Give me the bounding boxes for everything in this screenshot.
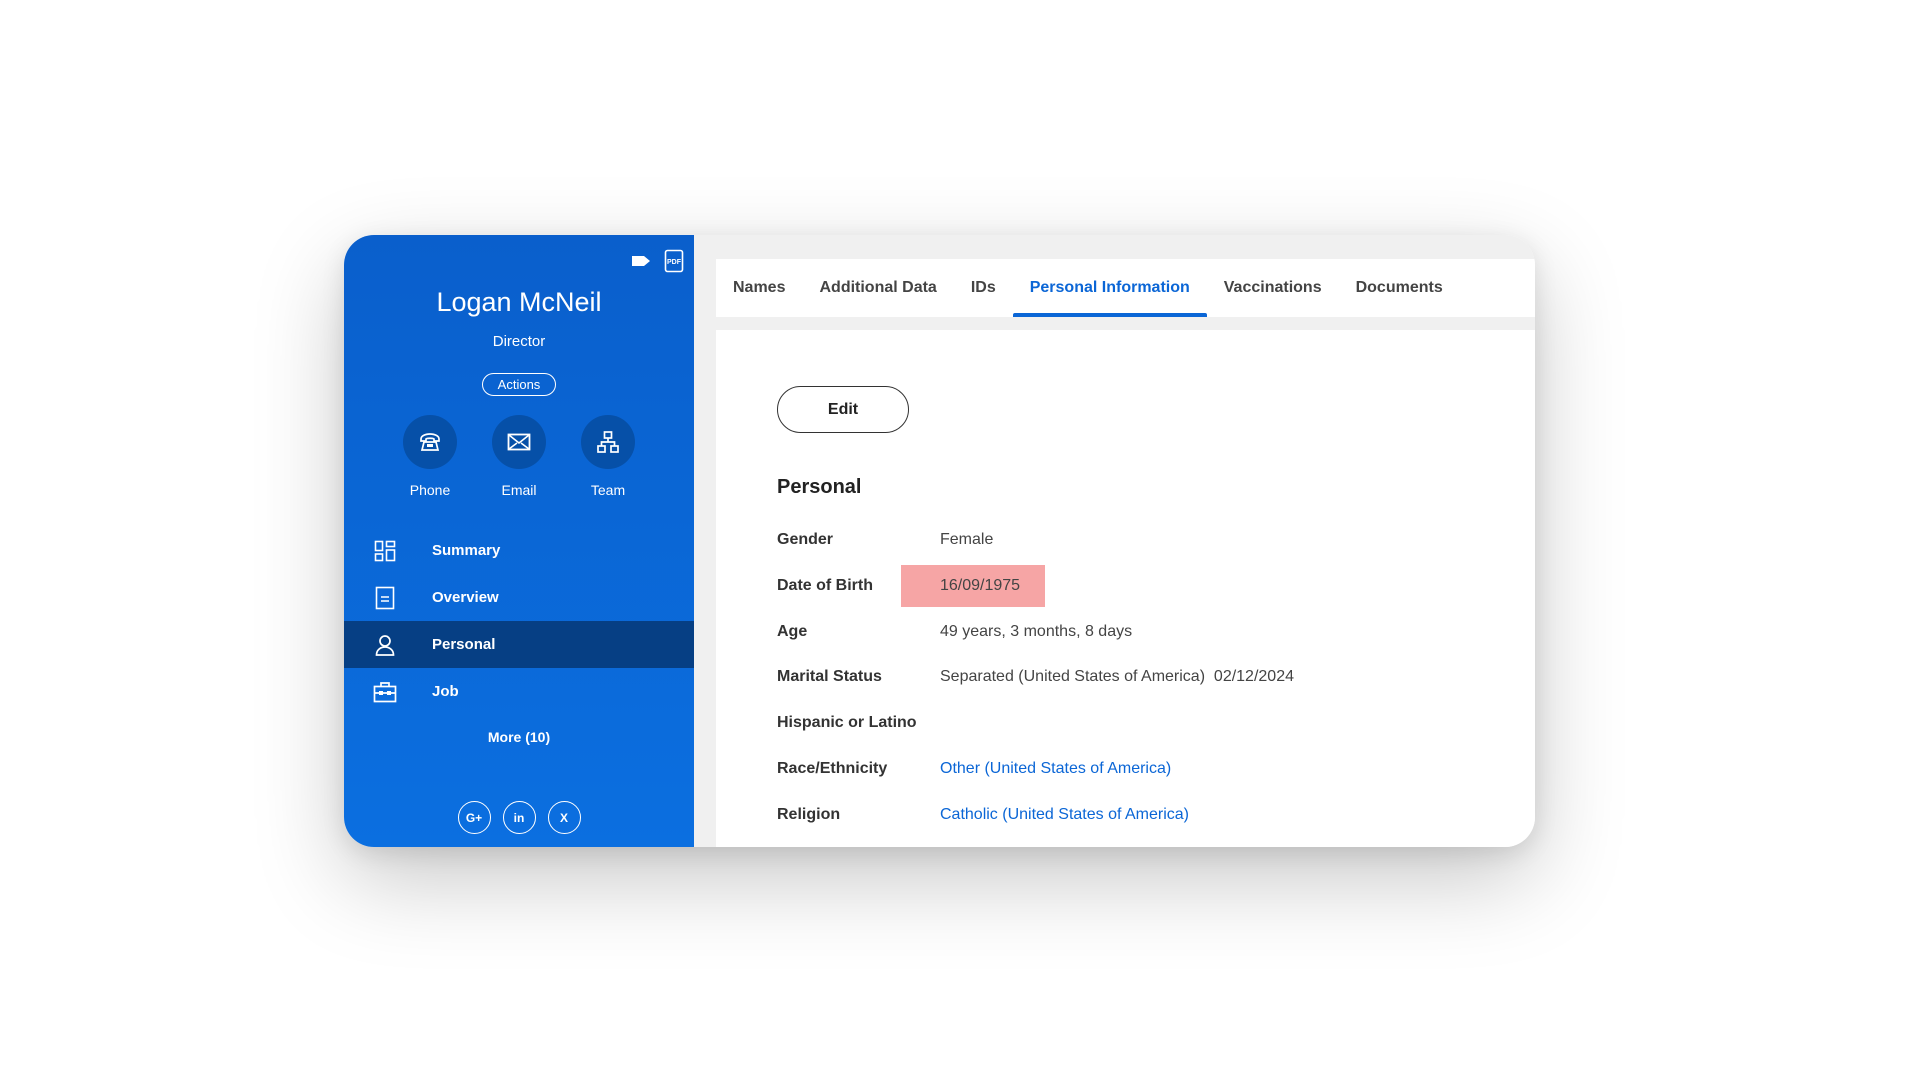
- field-age: Age 49 years, 3 months, 8 days: [777, 620, 1132, 644]
- x-icon[interactable]: X: [547, 801, 581, 834]
- sidebar-item-label: Overview: [432, 589, 499, 606]
- sidebar-item-label: Summary: [432, 542, 501, 559]
- sidebar-item-label: Job: [432, 683, 459, 700]
- field-value: Female: [940, 531, 994, 548]
- phone-label: Phone: [409, 482, 451, 498]
- linkedin-icon[interactable]: in: [502, 801, 536, 834]
- more-link[interactable]: More (10): [344, 729, 694, 745]
- phone-icon: [403, 415, 457, 469]
- tag-icon[interactable]: [630, 254, 652, 268]
- dashboard-icon: [372, 540, 398, 562]
- field-label: Age: [777, 623, 808, 640]
- profile-job-title: Director: [492, 333, 546, 350]
- personal-information-panel: Edit Personal Gender Female Date of Birt…: [716, 330, 1535, 847]
- edit-button[interactable]: Edit: [777, 386, 909, 433]
- field-label: Race/Ethnicity: [777, 760, 888, 777]
- briefcase-icon: [372, 681, 398, 703]
- field-value: 49 years, 3 months, 8 days: [940, 623, 1133, 640]
- tab-vaccinations[interactable]: Vaccinations: [1207, 259, 1339, 317]
- actions-button[interactable]: Actions: [482, 373, 556, 396]
- religion-link[interactable]: Catholic (United States of America): [940, 806, 1189, 824]
- field-value: 16/09/1975: [940, 577, 1021, 594]
- field-label: Marital Status: [777, 668, 882, 685]
- field-label: Hispanic or Latino: [777, 714, 917, 731]
- field-label: Religion: [777, 806, 841, 823]
- app-window: PDF Logan McNeil Director Actions Phone …: [344, 235, 1535, 847]
- tab-bar: Names Additional Data IDs Personal Infor…: [716, 259, 1535, 317]
- pdf-icon[interactable]: PDF: [664, 249, 684, 273]
- sidebar-item-label: Personal: [432, 636, 496, 653]
- race-ethnicity-link[interactable]: Other (United States of America): [940, 760, 1171, 778]
- field-value: Separated (United States of America) 02/…: [940, 668, 1294, 685]
- tab-ids[interactable]: IDs: [954, 259, 1013, 317]
- team-button[interactable]: Team: [563, 415, 653, 498]
- main-panel: Names Additional Data IDs Personal Infor…: [694, 235, 1535, 847]
- field-marital-status: Marital Status Separated (United States …: [777, 665, 1294, 689]
- tab-names[interactable]: Names: [716, 259, 802, 317]
- email-button[interactable]: Email: [474, 415, 564, 498]
- field-hispanic-or-latino: Hispanic or Latino: [777, 711, 940, 735]
- phone-button[interactable]: Phone: [385, 415, 475, 498]
- sidebar-nav: Summary Overview Personal Job: [344, 527, 694, 715]
- profile-sidebar: PDF Logan McNeil Director Actions Phone …: [344, 235, 694, 847]
- sidebar-item-summary[interactable]: Summary: [344, 527, 694, 574]
- tab-personal-information[interactable]: Personal Information: [1012, 259, 1207, 317]
- sidebar-item-overview[interactable]: Overview: [344, 574, 694, 621]
- person-icon: [372, 634, 398, 656]
- team-icon: [581, 415, 635, 469]
- field-label: Date of Birth: [777, 577, 873, 594]
- email-label: Email: [501, 482, 537, 498]
- document-icon: [372, 586, 398, 610]
- email-icon: [492, 415, 546, 469]
- field-date-of-birth: Date of Birth 16/09/1975: [777, 565, 1045, 607]
- sidebar-top-icons: PDF: [630, 249, 684, 273]
- section-title: Personal: [777, 476, 862, 498]
- sidebar-item-job[interactable]: Job: [344, 668, 694, 715]
- field-label: Gender: [777, 531, 834, 548]
- field-race-ethnicity: Race/Ethnicity Other (United States of A…: [777, 757, 1171, 781]
- tab-additional-data[interactable]: Additional Data: [802, 259, 953, 317]
- social-links: G+ in X: [344, 801, 694, 834]
- field-religion: Religion Catholic (United States of Amer…: [777, 803, 1189, 827]
- tab-documents[interactable]: Documents: [1339, 259, 1460, 317]
- svg-text:PDF: PDF: [667, 259, 682, 266]
- field-gender: Gender Female: [777, 528, 993, 552]
- profile-name: Logan McNeil: [436, 287, 602, 317]
- google-plus-icon[interactable]: G+: [457, 801, 491, 834]
- team-label: Team: [590, 482, 626, 498]
- sidebar-item-personal[interactable]: Personal: [344, 621, 694, 668]
